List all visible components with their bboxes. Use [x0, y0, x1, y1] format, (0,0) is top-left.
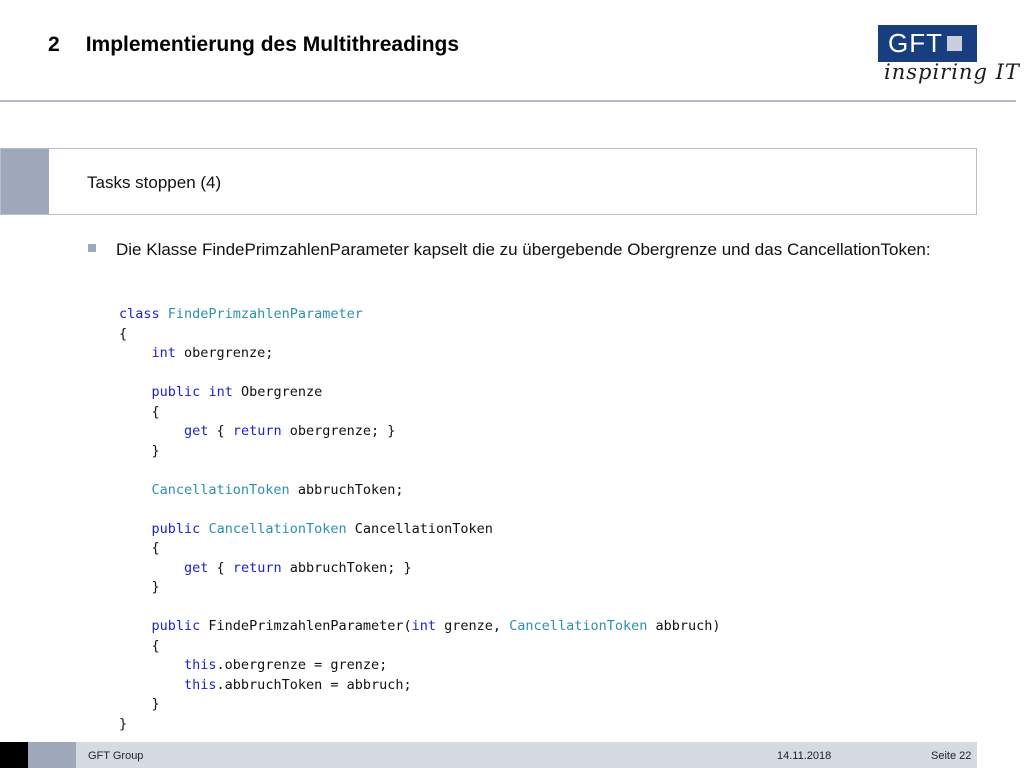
bullet-text: Die Klasse FindePrimzahlenParameter kaps… — [116, 240, 931, 259]
section-title: Tasks stoppen (4) — [87, 173, 222, 192]
footer-black-block — [0, 742, 28, 768]
code-keyword: int — [411, 618, 437, 634]
code-line: CancellationToken abbruchToken; — [119, 481, 404, 498]
code-text: .obergrenze = grenze; — [216, 657, 388, 673]
code-keyword: public — [151, 384, 201, 400]
code-type: CancellationToken — [208, 520, 347, 537]
code-keyword: int — [151, 345, 176, 361]
code-line: this.abbruchToken = abbruch; — [119, 677, 412, 693]
code-text: { — [119, 325, 128, 342]
logo-text: GFT — [888, 28, 943, 58]
logo-tagline: inspiring IT — [884, 60, 1020, 84]
code-type: CancellationToken — [509, 618, 648, 634]
code-text: .abbruchToken = abbruch; — [216, 676, 412, 693]
footer-bar: GFT Group 14.11.2018 Seite 22 — [0, 742, 977, 768]
footer-accent-block — [28, 742, 76, 768]
code-line: get { return obergrenze; } — [119, 423, 395, 439]
code-line: public FindePrimzahlenParameter(int gren… — [119, 618, 721, 634]
code-line: } — [119, 716, 127, 732]
code-text: } — [119, 442, 160, 459]
code-line: } — [119, 696, 160, 712]
footer-page-number: Seite 22 — [931, 750, 972, 762]
code-line: { — [119, 404, 160, 420]
code-keyword: return — [232, 423, 282, 439]
code-line: public int Obergrenze — [119, 384, 323, 400]
bullet-item: Die Klasse FindePrimzahlenParameter kaps… — [88, 238, 948, 262]
code-text: { — [119, 637, 160, 654]
code-type: CancellationToken — [151, 481, 290, 498]
gft-logo: GFT — [878, 25, 977, 62]
code-keyword: return — [232, 559, 282, 576]
code-keyword: this — [184, 676, 217, 693]
code-text: { — [208, 559, 233, 576]
code-line: { — [119, 540, 160, 556]
bullet-square-icon — [88, 244, 96, 252]
footer-company: GFT Group — [88, 750, 144, 762]
code-block: class FindePrimzahlenParameter { int obe… — [119, 305, 721, 734]
section-accent-bar — [1, 149, 49, 214]
code-text: obergrenze; } — [281, 423, 396, 439]
code-text: { — [119, 403, 160, 420]
code-keyword: class — [119, 306, 160, 322]
code-text: abbruch) — [647, 618, 721, 634]
code-text: Obergrenze — [232, 384, 323, 400]
page-title-text: Implementierung des Multithreadings — [85, 33, 460, 56]
code-text: FindePrimzahlenParameter( — [200, 618, 412, 634]
code-keyword: get — [184, 423, 209, 439]
code-line: { — [119, 326, 127, 342]
section-header: Tasks stoppen (4) — [0, 148, 977, 215]
footer-date: 14.11.2018 — [777, 750, 832, 762]
code-line: public CancellationToken CancellationTok… — [119, 521, 493, 537]
code-text: } — [119, 579, 160, 595]
code-text: { — [119, 540, 160, 556]
code-keyword: public — [151, 520, 201, 537]
code-text: } — [119, 696, 160, 712]
code-keyword: public — [151, 618, 201, 634]
code-line: int obergrenze; — [119, 345, 274, 361]
code-line: } — [119, 443, 160, 459]
page-title: 2 Implementierung des Multithreadings — [48, 33, 459, 57]
code-text: { — [208, 423, 233, 439]
code-text: } — [119, 715, 128, 732]
code-keyword: int — [208, 384, 233, 400]
footer-band — [76, 742, 977, 768]
code-line: this.obergrenze = grenze; — [119, 657, 387, 673]
code-text: grenze, — [436, 618, 510, 634]
section-number: 2 — [48, 33, 60, 56]
code-text: abbruchToken; } — [281, 559, 412, 576]
code-line: get { return abbruchToken; } — [119, 560, 412, 576]
code-keyword: this — [184, 657, 217, 673]
code-line: } — [119, 579, 160, 595]
code-keyword: get — [184, 559, 209, 576]
header-divider — [0, 100, 1016, 102]
logo-square-icon — [947, 36, 962, 51]
code-type: FindePrimzahlenParameter — [167, 306, 363, 322]
code-text: abbruchToken; — [289, 481, 404, 498]
code-line: class FindePrimzahlenParameter — [119, 306, 363, 322]
code-text: CancellationToken — [346, 520, 493, 537]
code-text: obergrenze; — [175, 345, 274, 361]
code-line: { — [119, 638, 160, 654]
